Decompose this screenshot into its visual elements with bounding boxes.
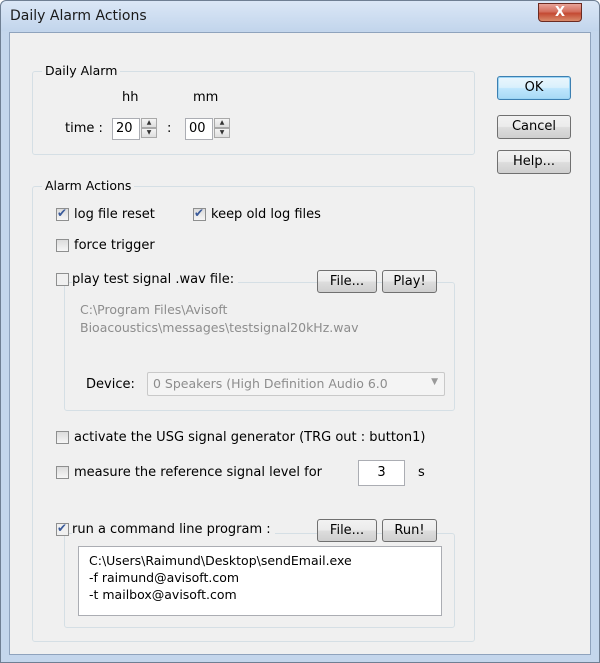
run-file-button[interactable]: File... — [317, 519, 377, 542]
command-line-textarea[interactable]: C:\Users\Raimund\Desktop\sendEmail.exe -… — [78, 546, 442, 616]
window-title: Daily Alarm Actions — [10, 8, 147, 24]
play-button[interactable]: Play! — [382, 270, 437, 293]
log-file-reset-label: log file reset — [74, 207, 155, 222]
measure-reference-label: measure the reference signal level for — [74, 465, 323, 480]
spin-down-icon[interactable]: ▼ — [214, 128, 230, 138]
spin-up-icon[interactable]: ▲ — [141, 118, 157, 128]
time-label: time : — [65, 121, 103, 136]
hours-spinner[interactable]: ▲ ▼ — [141, 118, 157, 138]
device-select-value: 0 Speakers (High Definition Audio 6.0 — [153, 376, 388, 391]
wav-path-line1: C:\Program Files\Avisoft — [80, 302, 228, 317]
wav-path-line2: Bioacoustics\messages\testsignal20kHz.wa… — [80, 320, 359, 335]
play-test-signal-label: play test signal .wav file: — [72, 272, 239, 287]
seconds-unit-label: s — [418, 465, 425, 480]
hours-input[interactable]: 20 — [112, 118, 140, 140]
dialog-window: Daily Alarm Actions X Daily Alarm hh mm … — [0, 0, 600, 663]
keep-old-log-files-label: keep old log files — [211, 207, 321, 222]
activate-usg-label: activate the USG signal generator (TRG o… — [74, 430, 426, 445]
activate-usg-checkbox[interactable] — [56, 431, 69, 444]
alarm-actions-group-label: Alarm Actions — [42, 178, 135, 193]
spin-down-icon[interactable]: ▼ — [141, 128, 157, 138]
play-file-button[interactable]: File... — [317, 270, 377, 293]
force-trigger-label: force trigger — [74, 238, 155, 253]
close-icon: X — [554, 5, 566, 20]
daily-alarm-group-label: Daily Alarm — [42, 63, 121, 78]
log-file-reset-checkbox[interactable] — [56, 206, 69, 221]
run-command-checkbox[interactable] — [56, 521, 69, 536]
run-command-label: run a command line program : — [72, 522, 275, 537]
measure-reference-checkbox[interactable] — [56, 466, 69, 479]
minutes-input[interactable]: 00 — [185, 118, 213, 140]
close-button[interactable]: X — [538, 3, 582, 22]
spin-up-icon[interactable]: ▲ — [214, 118, 230, 128]
hh-label: hh — [122, 90, 139, 105]
command-line-3: -t mailbox@avisoft.com — [89, 587, 237, 602]
daily-alarm-group: Daily Alarm — [32, 63, 475, 155]
mm-label: mm — [193, 90, 219, 105]
ok-button[interactable]: OK — [497, 76, 571, 100]
cancel-button[interactable]: Cancel — [497, 115, 571, 139]
time-separator: : — [167, 121, 172, 136]
reference-seconds-input[interactable]: 3 — [358, 460, 405, 486]
command-line-1: C:\Users\Raimund\Desktop\sendEmail.exe — [89, 553, 352, 568]
play-test-signal-checkbox[interactable] — [56, 273, 69, 286]
run-button[interactable]: Run! — [382, 519, 437, 542]
device-select[interactable]: 0 Speakers (High Definition Audio 6.0 ▼ — [147, 372, 445, 396]
chevron-down-icon: ▼ — [431, 377, 438, 387]
minutes-spinner[interactable]: ▲ ▼ — [214, 118, 230, 138]
keep-old-log-files-checkbox[interactable] — [193, 206, 206, 221]
device-label: Device: — [86, 377, 135, 392]
command-line-2: -f raimund@avisoft.com — [89, 570, 240, 585]
title-bar[interactable]: Daily Alarm Actions X — [1, 1, 599, 31]
force-trigger-checkbox[interactable] — [56, 239, 69, 252]
dialog-client-area: Daily Alarm hh mm time : 20 ▲ ▼ : 00 ▲ ▼… — [9, 32, 591, 655]
help-button[interactable]: Help... — [497, 150, 571, 174]
